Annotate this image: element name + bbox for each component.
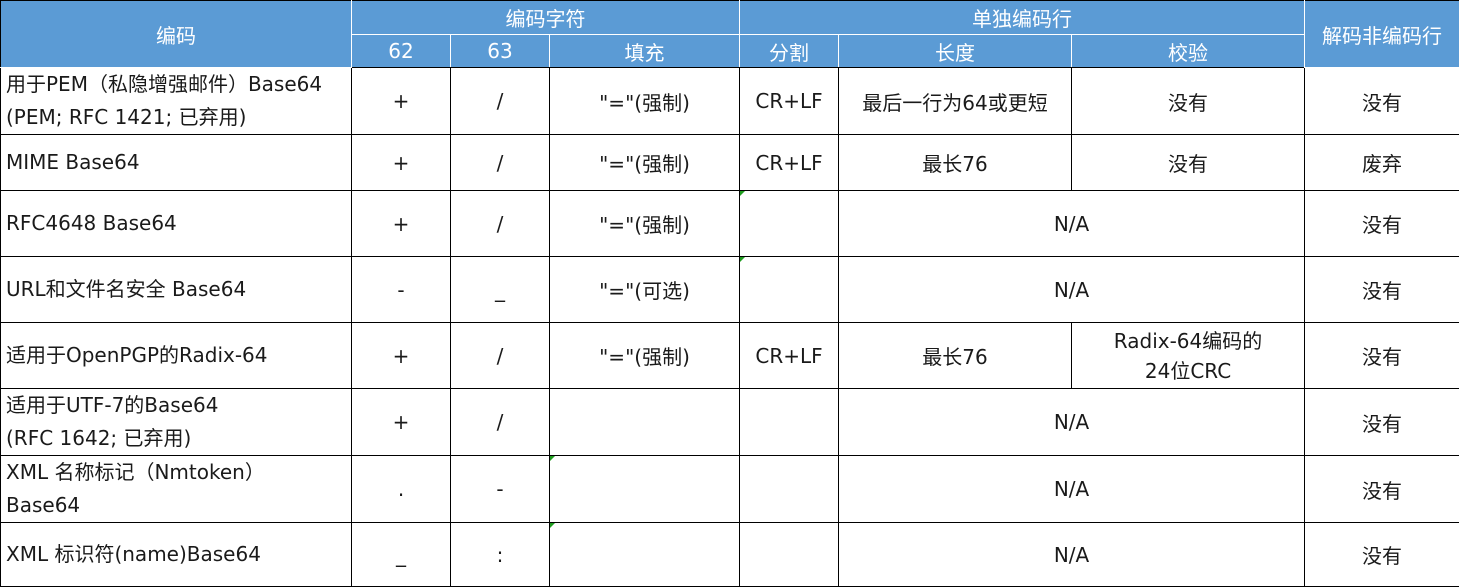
cell-na: N/A: [839, 523, 1305, 587]
header-length: 长度: [839, 35, 1072, 68]
row-name: RFC4648 Base64: [1, 191, 352, 257]
table-row: MIME Base64 + / "="(强制) CR+LF 最长76 没有 废弃: [1, 135, 1459, 191]
cell-decode: 废弃: [1305, 135, 1459, 191]
comment-marker: [550, 523, 555, 528]
comment-marker: [550, 456, 555, 461]
row-name: 用于PEM（私隐增强邮件）Base64 (PEM; RFC 1421; 已弃用): [1, 68, 352, 135]
cell-padding: [550, 523, 740, 587]
comment-marker: [740, 191, 745, 196]
cell-separator: [740, 191, 839, 257]
cell-62: +: [352, 191, 451, 257]
table-row: 用于PEM（私隐增强邮件）Base64 (PEM; RFC 1421; 已弃用)…: [1, 68, 1459, 135]
cell-checksum: 没有: [1072, 68, 1305, 135]
cell-padding: [550, 389, 740, 456]
row-name-line: URL和文件名安全 Base64: [6, 273, 351, 306]
cell-padding: "="(强制): [550, 323, 740, 389]
header-separator: 分割: [740, 35, 839, 68]
row-name-line: 用于PEM（私隐增强邮件）Base64: [6, 68, 351, 101]
cell-62: +: [352, 389, 451, 456]
row-name: 适用于UTF-7的Base64 (RFC 1642; 已弃用): [1, 389, 352, 456]
cell-decode: 没有: [1305, 456, 1459, 523]
cell-na: N/A: [839, 257, 1305, 323]
cell-padding: "="(强制): [550, 135, 740, 191]
header-checksum: 校验: [1072, 35, 1305, 68]
cell-padding: "="(可选): [550, 257, 740, 323]
cell-decode: 没有: [1305, 257, 1459, 323]
cell-63: /: [451, 191, 550, 257]
row-name: URL和文件名安全 Base64: [1, 257, 352, 323]
header-padding: 填充: [550, 35, 740, 68]
cell-separator: [740, 523, 839, 587]
cell-63: /: [451, 389, 550, 456]
row-name-line: MIME Base64: [6, 146, 351, 179]
cell-62: .: [352, 456, 451, 523]
cell-decode: 没有: [1305, 523, 1459, 587]
cell-na: N/A: [839, 389, 1305, 456]
row-name-line: Base64: [6, 489, 351, 522]
cell-separator: [740, 389, 839, 456]
cell-separator: [740, 456, 839, 523]
header-62: 62: [352, 35, 451, 68]
cell-length: 最长76: [839, 323, 1072, 389]
row-name-line: 适用于OpenPGP的Radix-64: [6, 339, 351, 372]
base64-variants-table: 编码 编码字符 单独编码行 解码非编码行 62 63 填充 分割 长度 校验 用…: [0, 0, 1459, 587]
row-name-line: XML 标识符(name)Base64: [6, 538, 351, 571]
cell-checksum: 没有: [1072, 135, 1305, 191]
table-row: URL和文件名安全 Base64 - _ "="(可选) N/A 没有: [1, 257, 1459, 323]
cell-padding: [550, 456, 740, 523]
cell-62: -: [352, 257, 451, 323]
cell-length: 最长76: [839, 135, 1072, 191]
cell-padding: "="(强制): [550, 191, 740, 257]
cell-na: N/A: [839, 191, 1305, 257]
cell-63: -: [451, 456, 550, 523]
cell-63: _: [451, 257, 550, 323]
row-name: MIME Base64: [1, 135, 352, 191]
cell-decode: 没有: [1305, 323, 1459, 389]
cell-62: +: [352, 135, 451, 191]
header-encoding: 编码: [1, 1, 352, 68]
header-charset-group: 编码字符: [352, 1, 740, 35]
header-decode-non-encoded: 解码非编码行: [1305, 1, 1459, 68]
row-name: XML 标识符(name)Base64: [1, 523, 352, 587]
cell-62: +: [352, 323, 451, 389]
header-63: 63: [451, 35, 550, 68]
row-name: XML 名称标记（Nmtoken） Base64: [1, 456, 352, 523]
cell-62: +: [352, 68, 451, 135]
cell-separator: CR+LF: [740, 68, 839, 135]
table-row: 适用于OpenPGP的Radix-64 + / "="(强制) CR+LF 最长…: [1, 323, 1459, 389]
row-name-line: 适用于UTF-7的Base64: [6, 389, 351, 422]
cell-63: :: [451, 523, 550, 587]
cell-padding: "="(强制): [550, 68, 740, 135]
row-name: 适用于OpenPGP的Radix-64: [1, 323, 352, 389]
table-row: XML 标识符(name)Base64 _ : N/A 没有: [1, 523, 1459, 587]
table-row: XML 名称标记（Nmtoken） Base64 . - N/A 没有: [1, 456, 1459, 523]
cell-decode: 没有: [1305, 68, 1459, 135]
table-row: 适用于UTF-7的Base64 (RFC 1642; 已弃用) + / N/A …: [1, 389, 1459, 456]
cell-62: _: [352, 523, 451, 587]
checksum-line: Radix-64编码的: [1072, 326, 1304, 356]
comment-marker: [740, 257, 745, 262]
cell-separator: [740, 257, 839, 323]
table-row: RFC4648 Base64 + / "="(强制) N/A 没有: [1, 191, 1459, 257]
cell-decode: 没有: [1305, 389, 1459, 456]
header-line-group: 单独编码行: [740, 1, 1305, 35]
cell-separator: CR+LF: [740, 135, 839, 191]
cell-checksum: Radix-64编码的 24位CRC: [1072, 323, 1305, 389]
row-name-line: XML 名称标记（Nmtoken）: [6, 456, 351, 489]
row-name-line: (PEM; RFC 1421; 已弃用): [6, 101, 351, 134]
cell-na: N/A: [839, 456, 1305, 523]
cell-length: 最后一行为64或更短: [839, 68, 1072, 135]
cell-decode: 没有: [1305, 191, 1459, 257]
row-name-line: RFC4648 Base64: [6, 207, 351, 240]
cell-63: /: [451, 68, 550, 135]
cell-separator: CR+LF: [740, 323, 839, 389]
cell-63: /: [451, 323, 550, 389]
row-name-line: (RFC 1642; 已弃用): [6, 422, 351, 455]
cell-63: /: [451, 135, 550, 191]
checksum-line: 24位CRC: [1072, 356, 1304, 386]
